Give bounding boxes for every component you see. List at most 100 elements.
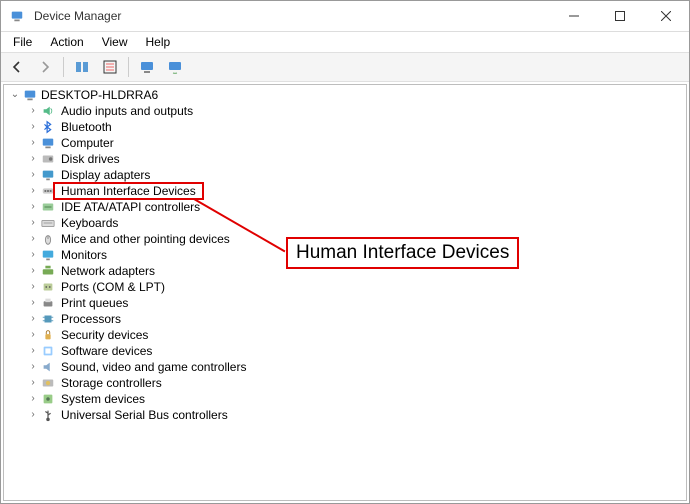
- disk-icon: [40, 151, 56, 167]
- tree-item-label: Print queues: [59, 295, 130, 311]
- tree-item-label: Ports (COM & LPT): [59, 279, 167, 295]
- tree-item-label: Mice and other pointing devices: [59, 231, 232, 247]
- show-hidden-button[interactable]: [70, 55, 94, 79]
- expand-icon[interactable]: ›: [26, 344, 40, 358]
- forward-button[interactable]: [33, 55, 57, 79]
- monitor-icon: [40, 247, 56, 263]
- tree-item-label: Bluetooth: [59, 119, 114, 135]
- expand-icon[interactable]: ›: [26, 136, 40, 150]
- menu-view[interactable]: View: [94, 33, 136, 51]
- tree-item-label: Computer: [59, 135, 116, 151]
- tree-item-label: Audio inputs and outputs: [59, 103, 195, 119]
- window-controls: [551, 1, 689, 31]
- tree-item-storage[interactable]: › Storage controllers: [4, 375, 686, 391]
- expand-icon[interactable]: ›: [26, 280, 40, 294]
- tree-item-label: Human Interface Devices: [59, 183, 198, 199]
- tree-item-label: System devices: [59, 391, 147, 407]
- toolbar: [1, 52, 689, 82]
- tree-item-printqueue[interactable]: › Print queues: [4, 295, 686, 311]
- expand-icon[interactable]: ›: [26, 328, 40, 342]
- expand-icon[interactable]: ›: [26, 248, 40, 262]
- expand-icon[interactable]: ›: [26, 200, 40, 214]
- storage-icon: [40, 375, 56, 391]
- properties-button[interactable]: [98, 55, 122, 79]
- tree-item-keyboard[interactable]: ›Keyboards: [4, 215, 686, 231]
- tree-item-label: Software devices: [59, 343, 154, 359]
- processor-icon: [40, 311, 56, 327]
- tree-item-disk[interactable]: › Disk drives: [4, 151, 686, 167]
- computer-icon: [22, 87, 38, 103]
- toolbar-separator: [128, 57, 129, 77]
- tree-item-computer[interactable]: › Computer: [4, 135, 686, 151]
- display-icon: [40, 167, 56, 183]
- network-icon: [40, 263, 56, 279]
- bluetooth-icon: [40, 119, 56, 135]
- maximize-button[interactable]: [597, 1, 643, 31]
- security-icon: [40, 327, 56, 343]
- sound-icon: [40, 359, 56, 375]
- tree-item-label: Sound, video and game controllers: [59, 359, 248, 375]
- ide-icon: [40, 199, 56, 215]
- tree-item-label: Network adapters: [59, 263, 157, 279]
- computer-icon: [40, 135, 56, 151]
- printqueue-icon: [40, 295, 56, 311]
- refresh-button[interactable]: [163, 55, 187, 79]
- expand-icon[interactable]: ›: [26, 376, 40, 390]
- toolbar-separator: [63, 57, 64, 77]
- tree-item-bluetooth[interactable]: › Bluetooth: [4, 119, 686, 135]
- tree-item-sound[interactable]: › Sound, video and game controllers: [4, 359, 686, 375]
- menu-help[interactable]: Help: [138, 33, 179, 51]
- usb-icon: [40, 407, 56, 423]
- expand-icon[interactable]: ›: [26, 392, 40, 406]
- menu-file[interactable]: File: [5, 33, 40, 51]
- callout-text: Human Interface Devices: [296, 242, 509, 263]
- keyboard-icon: [40, 215, 56, 231]
- tree-item-software[interactable]: › Software devices: [4, 343, 686, 359]
- mouse-icon: [40, 231, 56, 247]
- tree-item-ports[interactable]: › Ports (COM & LPT): [4, 279, 686, 295]
- tree-item-label: Storage controllers: [59, 375, 164, 391]
- tree-item-processor[interactable]: ›Processors: [4, 311, 686, 327]
- expand-icon[interactable]: ›: [26, 232, 40, 246]
- tree-item-hid[interactable]: › Human Interface Devices: [4, 183, 686, 199]
- titlebar: Device Manager: [1, 1, 689, 32]
- tree-view[interactable]: ⌄DESKTOP-HLDRRA6› Audio inputs and outpu…: [3, 84, 687, 501]
- tree-item-usb[interactable]: › Universal Serial Bus controllers: [4, 407, 686, 423]
- minimize-button[interactable]: [551, 1, 597, 31]
- expand-icon[interactable]: ›: [26, 104, 40, 118]
- tree-root-label: DESKTOP-HLDRRA6: [41, 87, 158, 103]
- expand-icon[interactable]: ›: [26, 264, 40, 278]
- expand-icon[interactable]: ›: [26, 216, 40, 230]
- expand-icon[interactable]: ›: [26, 312, 40, 326]
- menu-action[interactable]: Action: [42, 33, 91, 51]
- back-button[interactable]: [5, 55, 29, 79]
- close-button[interactable]: [643, 1, 689, 31]
- help-button[interactable]: [135, 55, 159, 79]
- tree-root[interactable]: ⌄ DESKTOP-HLDRRA6: [4, 87, 686, 103]
- tree-item-ide[interactable]: ›IDE ATA/ATAPI controllers: [4, 199, 686, 215]
- system-icon: [40, 391, 56, 407]
- window-title: Device Manager: [34, 9, 121, 23]
- expand-icon[interactable]: ›: [26, 408, 40, 422]
- expand-icon[interactable]: ›: [26, 296, 40, 310]
- tree-item-label: Universal Serial Bus controllers: [59, 407, 230, 423]
- tree-item-display[interactable]: › Display adapters: [4, 167, 686, 183]
- expand-icon[interactable]: ⌄: [8, 88, 22, 102]
- tree-item-security[interactable]: › Security devices: [4, 327, 686, 343]
- tree-item-label: Disk drives: [59, 151, 122, 167]
- app-icon: [9, 8, 25, 24]
- hid-icon: [40, 183, 56, 199]
- expand-icon[interactable]: ›: [26, 184, 40, 198]
- tree-item-label: Display adapters: [59, 167, 152, 183]
- expand-icon[interactable]: ›: [26, 152, 40, 166]
- expand-icon[interactable]: ›: [26, 360, 40, 374]
- tree-item-label: Security devices: [59, 327, 150, 343]
- expand-icon[interactable]: ›: [26, 120, 40, 134]
- window-title-area: Device Manager: [9, 8, 551, 24]
- tree-item-system[interactable]: › System devices: [4, 391, 686, 407]
- device-manager-window: Device Manager File Action View Help ⌄ DE…: [0, 0, 690, 504]
- tree-item-audio[interactable]: › Audio inputs and outputs: [4, 103, 686, 119]
- expand-icon[interactable]: ›: [26, 168, 40, 182]
- audio-icon: [40, 103, 56, 119]
- software-icon: [40, 343, 56, 359]
